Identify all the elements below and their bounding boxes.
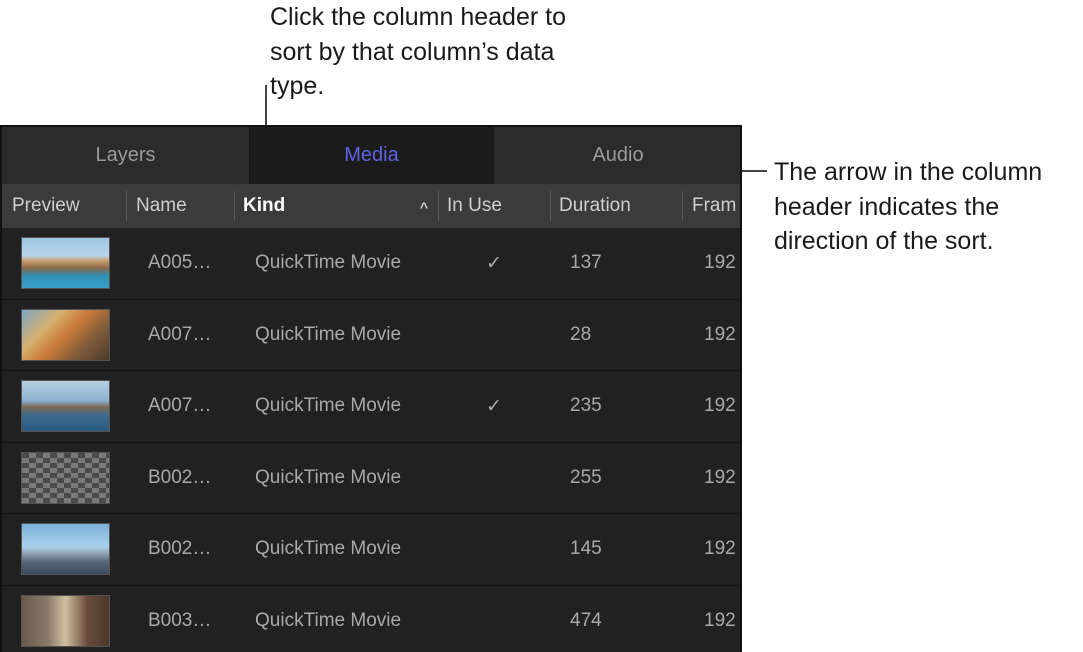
column-header-bar: Preview Name Kind ^ In Use Duration Fram — [2, 184, 740, 228]
tab-media[interactable]: Media — [250, 127, 493, 184]
media-frame: 192 — [704, 538, 736, 559]
column-header-duration[interactable]: Duration — [550, 191, 682, 221]
media-kind: QuickTime Movie — [255, 252, 402, 273]
media-duration: 137 — [570, 252, 602, 273]
media-row[interactable]: B002… QuickTime Movie 145 192 — [2, 514, 740, 586]
media-frame: 192 — [704, 252, 736, 273]
media-thumbnail — [21, 380, 110, 432]
media-list: A005… QuickTime Movie ✓ 137 192 A007… Qu… — [2, 228, 740, 652]
media-thumbnail — [21, 237, 110, 289]
column-header-in-use-label: In Use — [447, 195, 502, 216]
media-row[interactable]: A007… QuickTime Movie 28 192 — [2, 299, 740, 371]
column-header-name-label: Name — [136, 195, 187, 216]
media-thumbnail — [21, 594, 110, 647]
media-name: B002… — [148, 538, 212, 559]
tab-audio[interactable]: Audio — [493, 127, 740, 184]
media-name: A007… — [148, 323, 212, 345]
media-kind: QuickTime Movie — [255, 538, 402, 559]
column-header-duration-label: Duration — [559, 195, 631, 216]
tab-layers[interactable]: Layers — [2, 127, 250, 184]
column-header-kind[interactable]: Kind ^ — [234, 191, 438, 221]
media-row[interactable]: B003… QuickTime Movie 474 192 — [2, 585, 740, 652]
media-thumbnail — [21, 451, 110, 504]
media-frame: 192 — [704, 609, 736, 631]
media-duration: 255 — [570, 466, 602, 488]
media-duration: 145 — [570, 538, 602, 559]
in-use-checkmark-icon: ✓ — [486, 395, 502, 417]
media-frame: 192 — [704, 395, 736, 416]
sort-ascending-icon[interactable]: ^ — [420, 199, 428, 215]
media-panel: Layers Media Audio Preview Name Kind ^ I… — [0, 125, 742, 652]
panel-tabs: Layers Media Audio — [2, 127, 740, 184]
media-kind: QuickTime Movie — [255, 609, 402, 631]
column-header-frame[interactable]: Fram — [682, 191, 740, 221]
media-duration: 474 — [570, 609, 602, 631]
media-kind: QuickTime Movie — [255, 323, 402, 345]
media-name: A007… — [148, 395, 212, 416]
media-kind: QuickTime Movie — [255, 395, 402, 416]
in-use-checkmark-icon: ✓ — [486, 252, 502, 274]
media-frame: 192 — [704, 323, 736, 345]
media-frame: 192 — [704, 466, 736, 488]
callout-sort-direction: The arrow in the column header indicates… — [774, 158, 1043, 255]
callout-sort-instructions: Click the column header to sort by that … — [270, 3, 566, 100]
media-row[interactable]: B002… QuickTime Movie 255 192 — [2, 442, 740, 514]
media-name: B002… — [148, 466, 212, 488]
media-thumbnail — [21, 523, 110, 575]
media-kind: QuickTime Movie — [255, 466, 402, 488]
column-header-kind-label: Kind — [243, 195, 286, 216]
media-thumbnail — [21, 308, 110, 361]
media-name: B003… — [148, 609, 212, 631]
column-header-preview[interactable]: Preview — [12, 184, 122, 228]
column-header-in-use[interactable]: In Use — [438, 191, 550, 221]
column-header-frame-label: Fram — [692, 195, 737, 216]
media-duration: 28 — [570, 323, 592, 345]
media-row[interactable]: A007… QuickTime Movie ✓ 235 192 — [2, 371, 740, 443]
column-header-name[interactable]: Name — [126, 191, 234, 221]
media-name: A005… — [148, 252, 212, 273]
media-row[interactable]: A005… QuickTime Movie ✓ 137 192 — [2, 228, 740, 300]
media-duration: 235 — [570, 395, 602, 416]
